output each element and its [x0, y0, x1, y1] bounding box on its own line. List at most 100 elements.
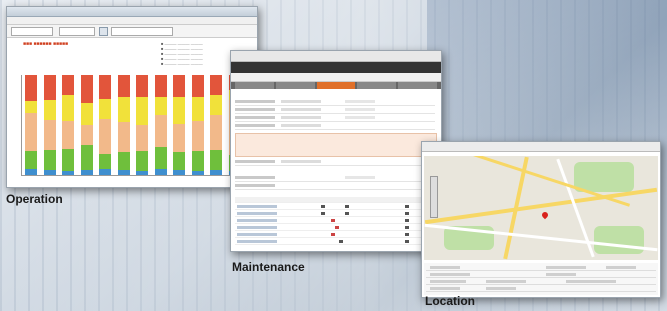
- maintenance-form-row: [235, 159, 435, 166]
- maintenance-header: [231, 62, 441, 73]
- bar-segment: [43, 150, 56, 170]
- bar-segment: [25, 151, 38, 169]
- bar-segment: [136, 151, 149, 171]
- map-zoom-slider[interactable]: [430, 176, 438, 218]
- bar-segment: [62, 149, 75, 171]
- bar-segment: [99, 169, 112, 175]
- location-row: [426, 286, 656, 292]
- bar-segment: [173, 152, 186, 170]
- bar-segment: [62, 171, 75, 175]
- stacked-bar: [210, 75, 223, 175]
- bar-segment: [25, 101, 38, 113]
- bar-segment: [62, 95, 75, 121]
- bar-segment: [173, 124, 186, 152]
- bar-segment: [173, 97, 186, 124]
- operation-chart: ■■■ ■■■■■■ ■■■■■ ■ ——— ——— ——— ■ ——— ——— …: [11, 39, 251, 183]
- grid-row: [235, 232, 435, 238]
- operation-range-field[interactable]: [59, 27, 95, 36]
- grid-row: [235, 225, 435, 231]
- maintenance-tab[interactable]: [357, 82, 397, 89]
- location-screenshot: [421, 141, 661, 298]
- bar-segment: [99, 154, 112, 169]
- stacked-bar: [62, 75, 75, 175]
- stacked-bar: [154, 75, 167, 175]
- bar-segment: [210, 95, 223, 115]
- maintenance-form-row: [235, 175, 435, 182]
- maintenance-form-row: [235, 183, 435, 190]
- bar-segment: [117, 170, 130, 175]
- maintenance-tab[interactable]: [275, 82, 315, 89]
- bar-segment: [210, 75, 223, 95]
- operation-stacked-bars: [21, 75, 244, 176]
- bar-segment: [43, 120, 56, 150]
- bar-segment: [154, 75, 167, 97]
- bar-segment: [173, 170, 186, 175]
- bar-segment: [210, 170, 223, 175]
- location-row: [426, 272, 656, 278]
- bar-segment: [210, 150, 223, 170]
- maintenance-subheader: [231, 73, 441, 82]
- grid-header: [235, 197, 435, 203]
- bar-segment: [62, 75, 75, 95]
- bar-segment: [99, 99, 112, 119]
- caption-operation: Operation: [6, 192, 63, 206]
- grid-row: [235, 218, 435, 224]
- bar-segment: [80, 75, 93, 103]
- operation-titlebar: [7, 7, 257, 17]
- bar-segment: [43, 75, 56, 100]
- bar-segment: [43, 100, 56, 120]
- maintenance-tabs: [231, 82, 441, 89]
- caption-location: Location: [425, 294, 475, 308]
- bar-segment: [62, 121, 75, 149]
- stacked-bar: [43, 75, 56, 175]
- bar-segment: [191, 171, 204, 175]
- maintenance-tab[interactable]: [235, 82, 274, 89]
- map-park: [594, 226, 644, 254]
- operation-toolbar: [7, 25, 257, 38]
- bar-segment: [117, 152, 130, 170]
- location-toolbar: [422, 142, 660, 152]
- location-map[interactable]: [424, 156, 658, 260]
- map-pin-icon[interactable]: [540, 210, 550, 220]
- bar-segment: [191, 75, 204, 97]
- bar-segment: [99, 119, 112, 154]
- location-row: [426, 279, 656, 285]
- bar-segment: [136, 97, 149, 125]
- stacked-bar: [117, 75, 130, 175]
- maintenance-highlight-section: [235, 133, 437, 157]
- bar-segment: [191, 97, 204, 121]
- location-row: [426, 265, 656, 271]
- maintenance-tab[interactable]: [398, 82, 437, 89]
- bar-segment: [154, 115, 167, 147]
- operation-screenshot: ■■■ ■■■■■■ ■■■■■ ■ ——— ——— ——— ■ ——— ——— …: [6, 6, 258, 188]
- bar-segment: [154, 147, 167, 169]
- bar-segment: [173, 75, 186, 97]
- grid-row: [235, 211, 435, 217]
- bar-segment: [99, 75, 112, 99]
- bar-segment: [80, 170, 93, 175]
- bar-segment: [80, 103, 93, 125]
- operation-filter-field[interactable]: [111, 27, 173, 36]
- grid-row: [235, 204, 435, 210]
- bar-segment: [25, 113, 38, 151]
- bar-segment: [136, 125, 149, 151]
- operation-refresh-icon[interactable]: [99, 27, 108, 36]
- stacked-bar: [25, 75, 38, 175]
- maintenance-form-row: [235, 107, 435, 114]
- maintenance-tab-active[interactable]: [316, 82, 356, 89]
- maintenance-form-row: [235, 99, 435, 106]
- stacked-bar: [136, 75, 149, 175]
- stacked-bar: [173, 75, 186, 175]
- bar-segment: [80, 125, 93, 145]
- stacked-bar: [99, 75, 112, 175]
- operation-chart-legend: ■ ——— ——— ——— ■ ——— ——— ——— ■ ——— ——— ——— ■…: [161, 41, 203, 66]
- operation-date-field[interactable]: [11, 27, 53, 36]
- bar-segment: [117, 97, 130, 122]
- bar-segment: [117, 122, 130, 152]
- maintenance-form-row: [235, 123, 435, 130]
- bar-segment: [136, 75, 149, 97]
- stacked-bar: [80, 75, 93, 175]
- map-road: [424, 187, 658, 225]
- bar-segment: [191, 121, 204, 151]
- maintenance-schedule-grid: [235, 197, 435, 247]
